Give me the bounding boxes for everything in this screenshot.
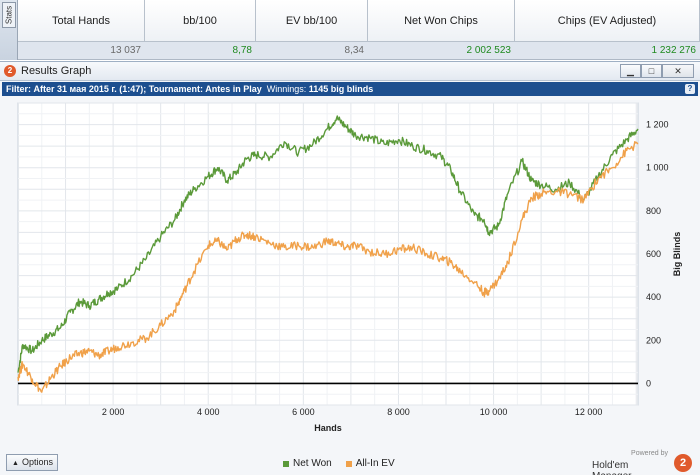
winnings-label: Winnings: [266, 84, 307, 94]
legend-swatch-net-won [283, 460, 289, 467]
options-label: Options [21, 457, 53, 467]
header-total-hands[interactable]: Total Hands [18, 0, 145, 41]
winnings-value: 1145 big blinds [308, 84, 374, 94]
stats-side-tab-label: Stats [4, 5, 14, 25]
value-bb-100: 8,78 [232, 45, 252, 56]
minimize-button[interactable]: ▁ [620, 64, 641, 78]
header-ev-bb-100[interactable]: EV bb/100 [256, 0, 368, 41]
powered-by-brand: Powered by Hold'em Manager 2 [592, 450, 692, 475]
header-bb-100[interactable]: bb/100 [145, 0, 256, 41]
value-ev-bb-100: 8,34 [344, 45, 364, 56]
graph-footer: ▲ Options Net Won All-In EV Powered by Ho… [0, 450, 700, 475]
chart-legend: Net Won All-In EV [283, 458, 395, 469]
legend-item-net-won[interactable]: Net Won [283, 458, 332, 469]
maximize-button[interactable]: □ [641, 64, 662, 78]
results-graph-screen: Stats Total Hands bb/100 EV bb/100 Net W… [0, 0, 700, 475]
chevron-up-icon: ▲ [12, 460, 19, 467]
window-title: Results Graph [21, 65, 92, 77]
help-icon[interactable]: ? [685, 84, 695, 94]
window-titlebar[interactable]: 2 Results Graph ▁ □ ✕ [0, 62, 700, 81]
close-button[interactable]: ✕ [662, 64, 694, 78]
side-panel-strip: Stats [0, 0, 18, 60]
legend-label-net-won: Net Won [293, 458, 332, 469]
legend-item-all-in-ev[interactable]: All-In EV [345, 458, 395, 469]
minimize-icon: ▁ [627, 66, 634, 76]
filter-text: After 31 мая 2015 г. (1:47); Tournament:… [33, 84, 262, 94]
legend-label-all-in-ev: All-In EV [355, 458, 395, 469]
header-chips-ev-adjusted[interactable]: Chips (EV Adjusted) [515, 0, 700, 41]
close-icon: ✕ [674, 66, 682, 76]
filter-bar[interactable]: Filter: After 31 мая 2015 г. (1:47); Tou… [2, 82, 698, 96]
header-net-won-chips[interactable]: Net Won Chips [368, 0, 515, 41]
stats-side-tab[interactable]: Stats [2, 2, 16, 28]
options-button[interactable]: ▲ Options [6, 454, 58, 471]
stats-header-row: Total Hands bb/100 EV bb/100 Net Won Chi… [18, 0, 700, 42]
value-net-won-chips: 2 002 523 [466, 45, 512, 56]
legend-swatch-all-in-ev [345, 460, 352, 467]
powered-by-text: Powered by [631, 450, 668, 457]
stats-value-row[interactable]: 13 037 8,78 8,34 2 002 523 1 232 276 [18, 42, 700, 60]
value-total-hands: 13 037 [110, 45, 141, 56]
maximize-icon: □ [648, 66, 655, 76]
brand-name: Hold'em Manager [592, 460, 631, 475]
filter-prefix: Filter: [6, 84, 32, 94]
hm2-app-icon: 2 [4, 65, 16, 77]
hm2-logo-icon: 2 [674, 454, 692, 472]
stats-table: Total Hands bb/100 EV bb/100 Net Won Chi… [18, 0, 700, 60]
value-chips-ev-adjusted: 1 232 276 [651, 45, 697, 56]
results-graph-window: 2 Results Graph ▁ □ ✕ Filter: After 31 м… [0, 61, 700, 475]
